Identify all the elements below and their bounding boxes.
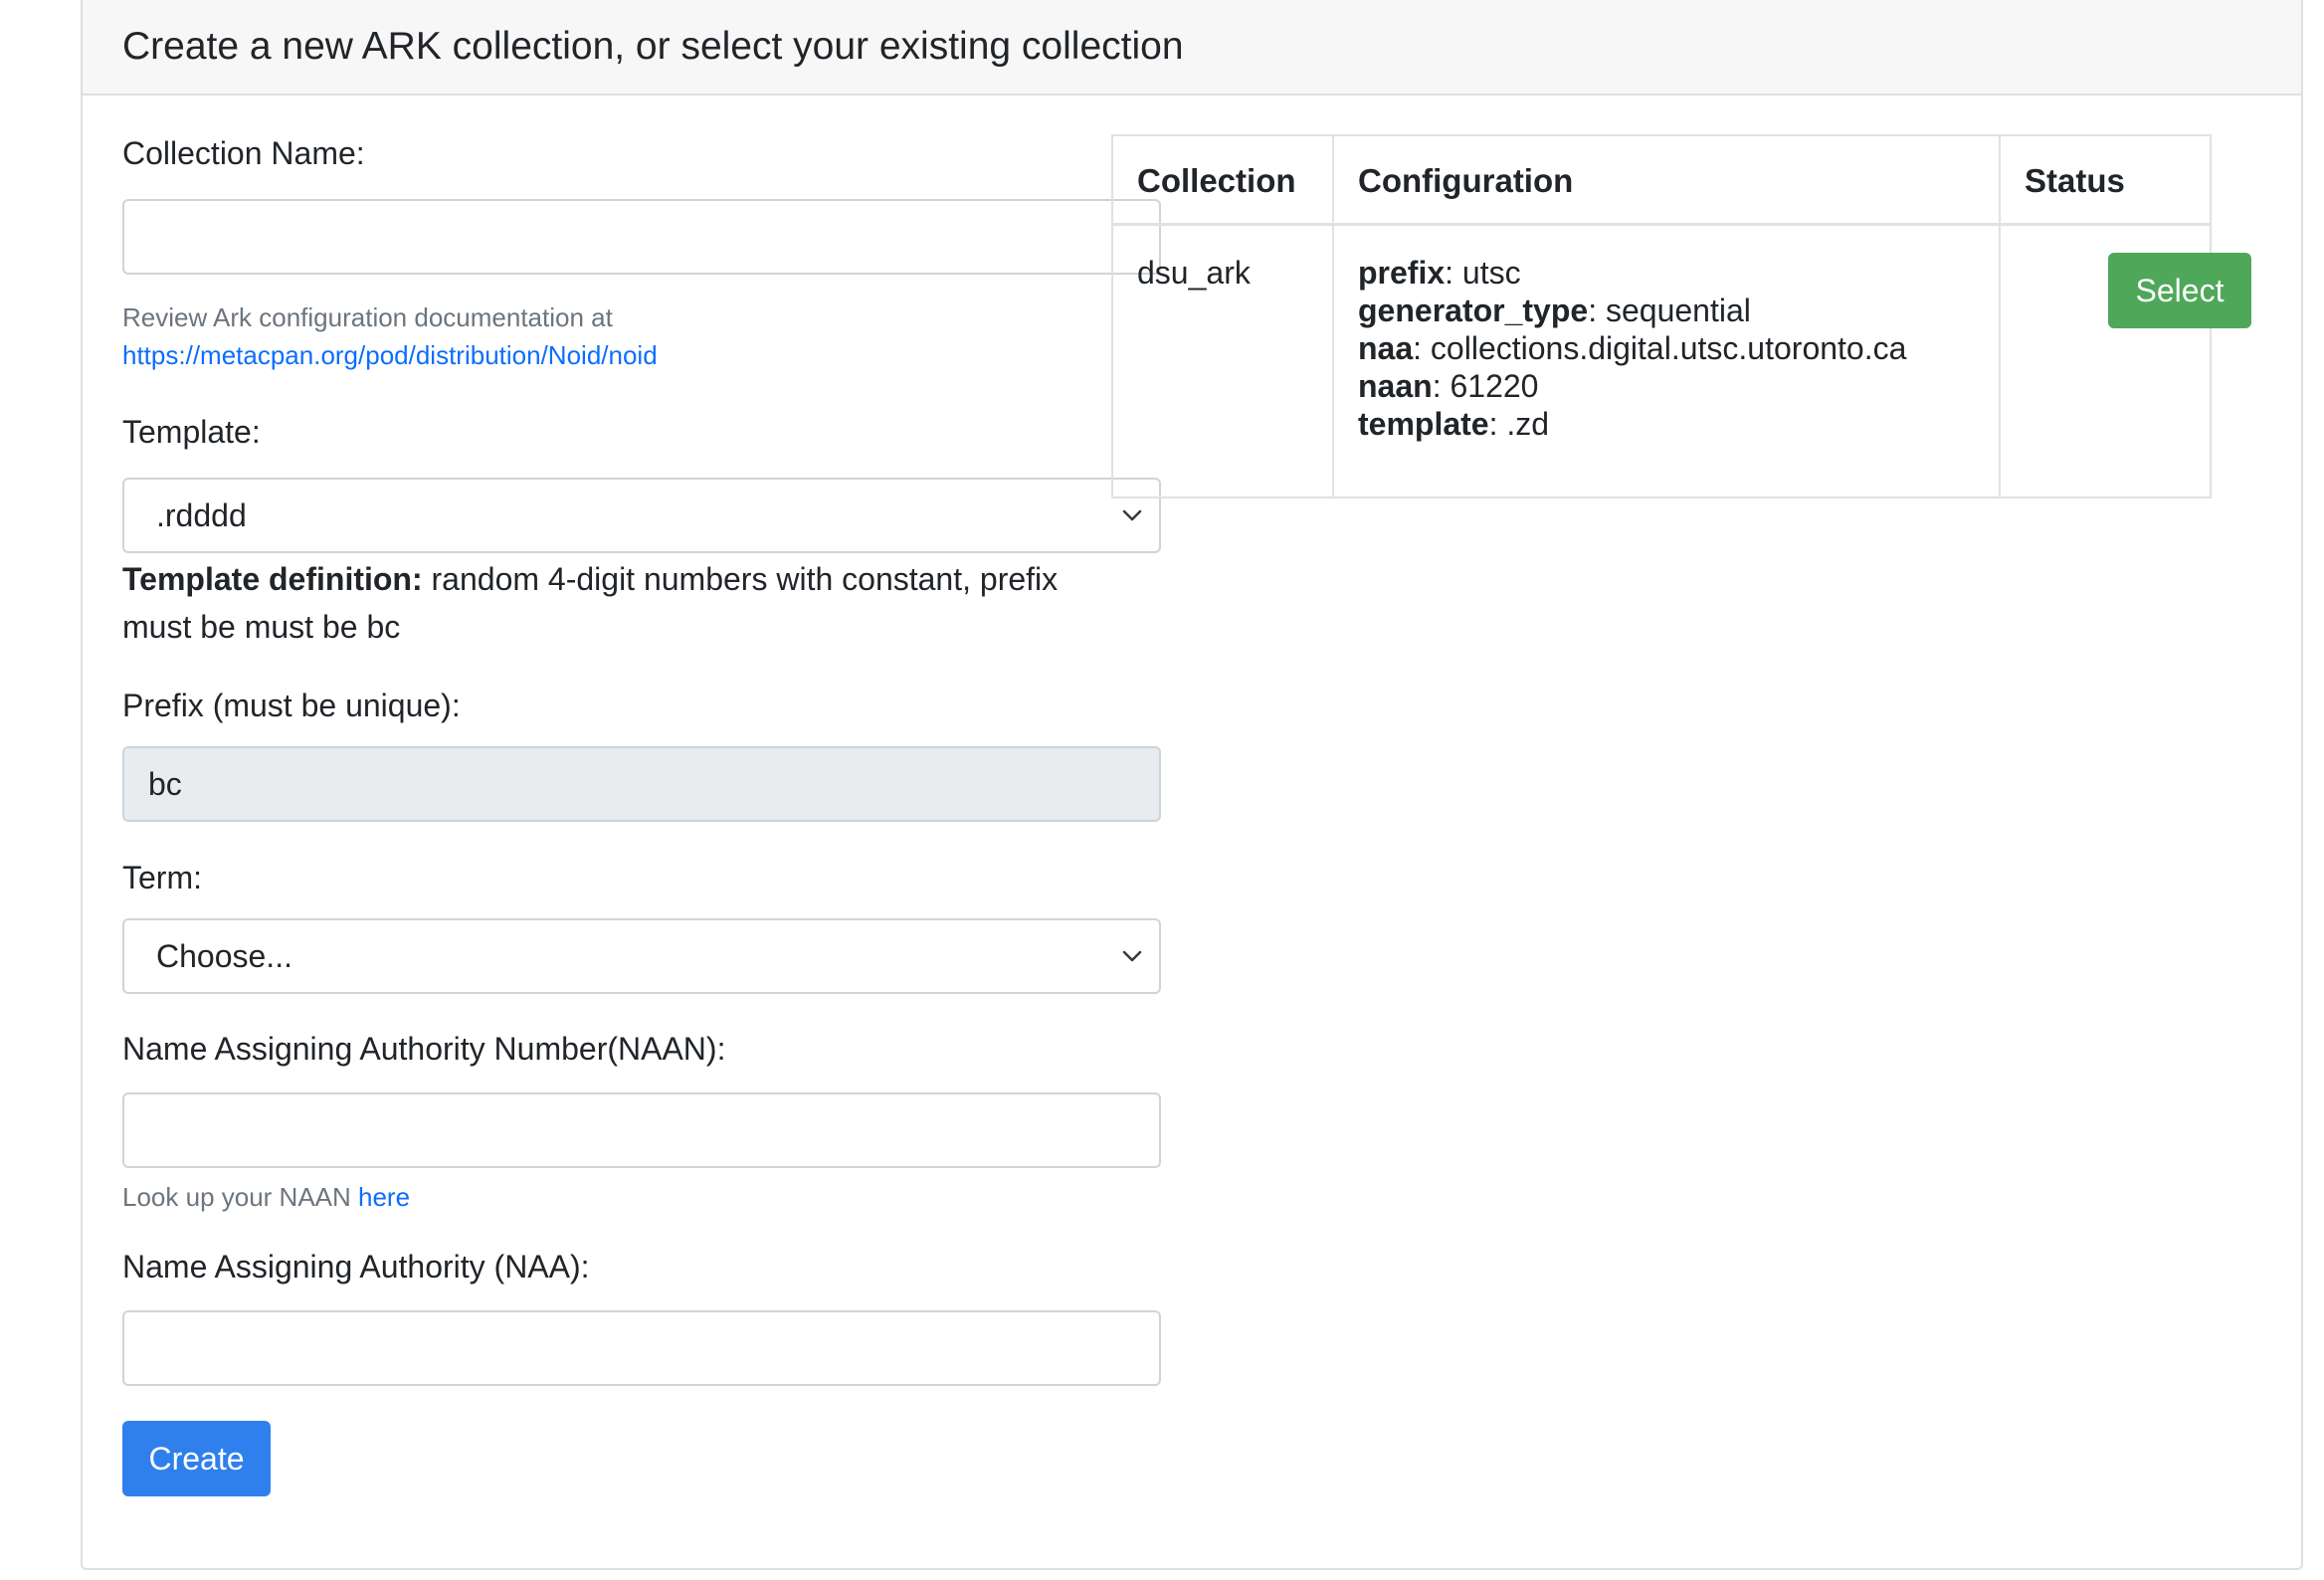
template-select[interactable]: .rdddd xyxy=(122,478,1161,553)
config-naa: naa: collections.digital.utsc.utoronto.c… xyxy=(1358,330,1907,366)
term-selected-value: Choose... xyxy=(156,937,292,974)
column-divider xyxy=(1332,136,1334,496)
collection-name-cell: dsu_ark xyxy=(1137,255,1251,291)
column-header-status: Status xyxy=(2025,162,2125,199)
naan-label: Name Assigning Authority Number(NAAN): xyxy=(122,1031,726,1067)
naan-lookup-link[interactable]: here xyxy=(358,1182,410,1212)
naa-input[interactable] xyxy=(122,1310,1161,1386)
template-selected-value: .rdddd xyxy=(156,496,247,533)
prefix-input xyxy=(122,746,1161,822)
collections-table: Collection Configuration Status dsu_ark … xyxy=(1111,134,2212,498)
template-definition: Template definition: random 4-digit numb… xyxy=(122,555,1127,651)
doc-help-label: Review Ark configuration documentation a… xyxy=(122,302,613,332)
select-collection-button[interactable]: Select xyxy=(2108,253,2251,328)
collection-name-label: Collection Name: xyxy=(122,135,365,171)
table-header-row: Collection Configuration Status xyxy=(1113,136,2210,226)
column-divider xyxy=(1999,136,2001,496)
doc-help-text: Review Ark configuration documentation a… xyxy=(122,298,658,374)
column-header-collection: Collection xyxy=(1137,162,1296,199)
collection-name-input[interactable] xyxy=(122,199,1161,275)
naan-help: Look up your NAAN here xyxy=(122,1178,410,1216)
configuration-cell: prefix: utsc generator_type: sequential … xyxy=(1358,254,1906,443)
chevron-down-icon xyxy=(1122,950,1142,962)
template-label: Template: xyxy=(122,414,261,450)
config-generator-type: generator_type: sequential xyxy=(1358,293,1751,328)
card-header: Create a new ARK collection, or select y… xyxy=(83,0,2301,96)
chevron-down-icon xyxy=(1122,509,1142,521)
create-button[interactable]: Create xyxy=(122,1421,271,1496)
config-template: template: .zd xyxy=(1358,406,1550,442)
config-prefix: prefix: utsc xyxy=(1358,255,1521,291)
doc-link[interactable]: https://metacpan.org/pod/distribution/No… xyxy=(122,340,658,370)
naa-label: Name Assigning Authority (NAA): xyxy=(122,1249,590,1284)
template-definition-label: Template definition: xyxy=(122,561,423,597)
prefix-label: Prefix (must be unique): xyxy=(122,688,461,723)
page-title: Create a new ARK collection, or select y… xyxy=(122,25,1184,68)
term-label: Term: xyxy=(122,860,202,895)
naan-input[interactable] xyxy=(122,1092,1161,1168)
column-header-configuration: Configuration xyxy=(1358,162,1574,199)
term-select[interactable]: Choose... xyxy=(122,918,1161,994)
naan-help-text: Look up your NAAN xyxy=(122,1182,359,1212)
config-naan: naan: 61220 xyxy=(1358,368,1539,404)
